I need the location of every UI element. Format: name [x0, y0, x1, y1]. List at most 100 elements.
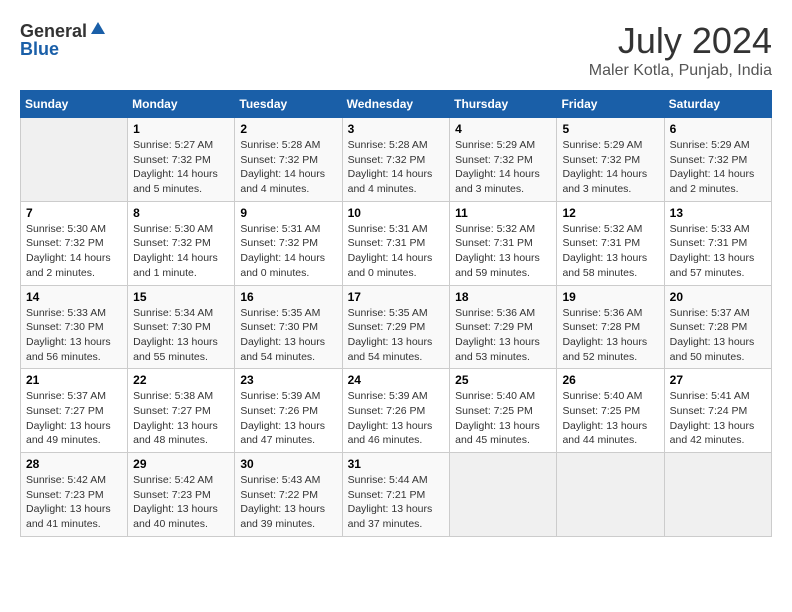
title-section: July 2024 Maler Kotla, Punjab, India — [589, 20, 772, 80]
calendar-cell — [21, 118, 128, 202]
day-info: Sunrise: 5:30 AM Sunset: 7:32 PM Dayligh… — [26, 222, 122, 281]
calendar-cell: 27 Sunrise: 5:41 AM Sunset: 7:24 PM Dayli… — [664, 369, 771, 453]
day-number: 1 — [133, 122, 229, 136]
day-info: Sunrise: 5:41 AM Sunset: 7:24 PM Dayligh… — [670, 389, 766, 448]
day-info: Sunrise: 5:38 AM Sunset: 7:27 PM Dayligh… — [133, 389, 229, 448]
calendar-cell: 30 Sunrise: 5:43 AM Sunset: 7:22 PM Dayli… — [235, 453, 342, 537]
day-info: Sunrise: 5:32 AM Sunset: 7:31 PM Dayligh… — [562, 222, 658, 281]
day-info: Sunrise: 5:40 AM Sunset: 7:25 PM Dayligh… — [455, 389, 551, 448]
header-day-wednesday: Wednesday — [342, 91, 450, 118]
day-number: 29 — [133, 457, 229, 471]
calendar-cell: 15 Sunrise: 5:34 AM Sunset: 7:30 PM Dayli… — [128, 285, 235, 369]
day-number: 14 — [26, 290, 122, 304]
day-info: Sunrise: 5:42 AM Sunset: 7:23 PM Dayligh… — [26, 473, 122, 532]
day-info: Sunrise: 5:36 AM Sunset: 7:29 PM Dayligh… — [455, 306, 551, 365]
day-info: Sunrise: 5:37 AM Sunset: 7:28 PM Dayligh… — [670, 306, 766, 365]
day-number: 28 — [26, 457, 122, 471]
day-number: 30 — [240, 457, 336, 471]
calendar-cell: 26 Sunrise: 5:40 AM Sunset: 7:25 PM Dayli… — [557, 369, 664, 453]
calendar-cell: 17 Sunrise: 5:35 AM Sunset: 7:29 PM Dayli… — [342, 285, 450, 369]
day-number: 6 — [670, 122, 766, 136]
header-day-tuesday: Tuesday — [235, 91, 342, 118]
day-number: 18 — [455, 290, 551, 304]
day-info: Sunrise: 5:37 AM Sunset: 7:27 PM Dayligh… — [26, 389, 122, 448]
header-day-monday: Monday — [128, 91, 235, 118]
day-info: Sunrise: 5:35 AM Sunset: 7:30 PM Dayligh… — [240, 306, 336, 365]
day-number: 9 — [240, 206, 336, 220]
day-info: Sunrise: 5:33 AM Sunset: 7:31 PM Dayligh… — [670, 222, 766, 281]
week-row-4: 21 Sunrise: 5:37 AM Sunset: 7:27 PM Dayli… — [21, 369, 772, 453]
day-info: Sunrise: 5:31 AM Sunset: 7:32 PM Dayligh… — [240, 222, 336, 281]
day-number: 17 — [348, 290, 445, 304]
day-info: Sunrise: 5:33 AM Sunset: 7:30 PM Dayligh… — [26, 306, 122, 365]
day-number: 27 — [670, 373, 766, 387]
calendar-cell: 18 Sunrise: 5:36 AM Sunset: 7:29 PM Dayli… — [450, 285, 557, 369]
calendar-cell: 22 Sunrise: 5:38 AM Sunset: 7:27 PM Dayli… — [128, 369, 235, 453]
day-info: Sunrise: 5:35 AM Sunset: 7:29 PM Dayligh… — [348, 306, 445, 365]
calendar-cell: 9 Sunrise: 5:31 AM Sunset: 7:32 PM Daylig… — [235, 201, 342, 285]
day-info: Sunrise: 5:36 AM Sunset: 7:28 PM Dayligh… — [562, 306, 658, 365]
day-info: Sunrise: 5:29 AM Sunset: 7:32 PM Dayligh… — [562, 138, 658, 197]
calendar-cell: 25 Sunrise: 5:40 AM Sunset: 7:25 PM Dayli… — [450, 369, 557, 453]
calendar-cell: 11Sunrise: 5:32 AM Sunset: 7:31 PM Dayli… — [450, 201, 557, 285]
day-info: Sunrise: 5:42 AM Sunset: 7:23 PM Dayligh… — [133, 473, 229, 532]
calendar-cell: 20 Sunrise: 5:37 AM Sunset: 7:28 PM Dayli… — [664, 285, 771, 369]
calendar-cell: 5Sunrise: 5:29 AM Sunset: 7:32 PM Daylig… — [557, 118, 664, 202]
day-number: 11 — [455, 206, 551, 220]
day-number: 15 — [133, 290, 229, 304]
day-info: Sunrise: 5:43 AM Sunset: 7:22 PM Dayligh… — [240, 473, 336, 532]
header-day-thursday: Thursday — [450, 91, 557, 118]
day-number: 25 — [455, 373, 551, 387]
location-title: Maler Kotla, Punjab, India — [589, 62, 772, 80]
calendar-cell: 28 Sunrise: 5:42 AM Sunset: 7:23 PM Dayli… — [21, 453, 128, 537]
day-info: Sunrise: 5:29 AM Sunset: 7:32 PM Dayligh… — [455, 138, 551, 197]
day-number: 12 — [562, 206, 658, 220]
calendar-cell — [664, 453, 771, 537]
day-info: Sunrise: 5:28 AM Sunset: 7:32 PM Dayligh… — [240, 138, 336, 197]
calendar-cell: 8Sunrise: 5:30 AM Sunset: 7:32 PM Daylig… — [128, 201, 235, 285]
calendar-cell: 21 Sunrise: 5:37 AM Sunset: 7:27 PM Dayli… — [21, 369, 128, 453]
day-number: 24 — [348, 373, 445, 387]
day-info: Sunrise: 5:31 AM Sunset: 7:31 PM Dayligh… — [348, 222, 445, 281]
day-number: 13 — [670, 206, 766, 220]
calendar-cell: 14 Sunrise: 5:33 AM Sunset: 7:30 PM Dayli… — [21, 285, 128, 369]
day-number: 16 — [240, 290, 336, 304]
logo-blue: Blue — [20, 39, 59, 60]
calendar-table: SundayMondayTuesdayWednesdayThursdayFrid… — [20, 90, 772, 537]
calendar-cell: 24Sunrise: 5:39 AM Sunset: 7:26 PM Dayli… — [342, 369, 450, 453]
calendar-cell: 23Sunrise: 5:39 AM Sunset: 7:26 PM Dayli… — [235, 369, 342, 453]
calendar-cell: 16 Sunrise: 5:35 AM Sunset: 7:30 PM Dayli… — [235, 285, 342, 369]
calendar-cell: 4 Sunrise: 5:29 AM Sunset: 7:32 PM Daylig… — [450, 118, 557, 202]
day-info: Sunrise: 5:34 AM Sunset: 7:30 PM Dayligh… — [133, 306, 229, 365]
day-info: Sunrise: 5:30 AM Sunset: 7:32 PM Dayligh… — [133, 222, 229, 281]
calendar-cell: 19Sunrise: 5:36 AM Sunset: 7:28 PM Dayli… — [557, 285, 664, 369]
day-number: 23 — [240, 373, 336, 387]
week-row-5: 28 Sunrise: 5:42 AM Sunset: 7:23 PM Dayli… — [21, 453, 772, 537]
day-number: 31 — [348, 457, 445, 471]
day-info: Sunrise: 5:44 AM Sunset: 7:21 PM Dayligh… — [348, 473, 445, 532]
page-header: General Blue July 2024 Maler Kotla, Punj… — [20, 20, 772, 80]
header-day-saturday: Saturday — [664, 91, 771, 118]
calendar-cell: 3 Sunrise: 5:28 AM Sunset: 7:32 PM Daylig… — [342, 118, 450, 202]
day-number: 20 — [670, 290, 766, 304]
month-title: July 2024 — [589, 20, 772, 62]
week-row-1: 1Sunrise: 5:27 AM Sunset: 7:32 PM Daylig… — [21, 118, 772, 202]
day-number: 2 — [240, 122, 336, 136]
day-number: 3 — [348, 122, 445, 136]
day-number: 21 — [26, 373, 122, 387]
calendar-cell: 13 Sunrise: 5:33 AM Sunset: 7:31 PM Dayli… — [664, 201, 771, 285]
day-number: 10 — [348, 206, 445, 220]
calendar-cell: 31 Sunrise: 5:44 AM Sunset: 7:21 PM Dayli… — [342, 453, 450, 537]
calendar-cell — [557, 453, 664, 537]
calendar-cell: 7Sunrise: 5:30 AM Sunset: 7:32 PM Daylig… — [21, 201, 128, 285]
calendar-cell: 1Sunrise: 5:27 AM Sunset: 7:32 PM Daylig… — [128, 118, 235, 202]
calendar-cell: 12 Sunrise: 5:32 AM Sunset: 7:31 PM Dayli… — [557, 201, 664, 285]
day-number: 4 — [455, 122, 551, 136]
day-number: 26 — [562, 373, 658, 387]
header-day-sunday: Sunday — [21, 91, 128, 118]
header-row: SundayMondayTuesdayWednesdayThursdayFrid… — [21, 91, 772, 118]
day-info: Sunrise: 5:40 AM Sunset: 7:25 PM Dayligh… — [562, 389, 658, 448]
calendar-cell: 29 Sunrise: 5:42 AM Sunset: 7:23 PM Dayli… — [128, 453, 235, 537]
day-number: 22 — [133, 373, 229, 387]
day-info: Sunrise: 5:28 AM Sunset: 7:32 PM Dayligh… — [348, 138, 445, 197]
